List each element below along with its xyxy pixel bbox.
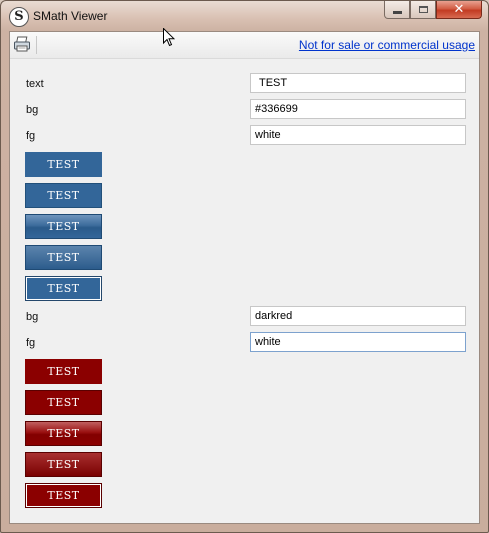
license-notice-link[interactable]: Not for sale or commercial usage <box>299 38 475 52</box>
toolbar: Not for sale or commercial usage <box>10 32 479 59</box>
maximize-button[interactable] <box>410 1 436 19</box>
toolbar-separator <box>36 36 37 54</box>
blue-test-button-bordered[interactable]: TEST <box>25 183 102 208</box>
text-input[interactable]: TEST <box>250 73 466 93</box>
window-title: SMath Viewer <box>33 9 108 23</box>
bg2-label: bg <box>26 311 39 323</box>
caption-buttons: ✕ <box>384 1 482 21</box>
blue-test-button-glossy[interactable]: TEST <box>25 214 102 239</box>
title-bar[interactable]: S SMath Viewer ✕ <box>1 1 488 31</box>
close-icon: ✕ <box>453 2 465 17</box>
minimize-button[interactable] <box>384 1 410 19</box>
maximize-icon <box>418 6 428 13</box>
text-label: text <box>26 78 44 90</box>
print-button[interactable] <box>13 36 31 53</box>
blue-test-button-focused[interactable]: TEST <box>25 276 102 301</box>
bg2-input[interactable]: darkred <box>250 306 466 326</box>
fg-label: fg <box>26 130 36 142</box>
minimize-icon <box>392 11 402 14</box>
fg2-label: fg <box>26 337 36 349</box>
blue-test-button-flat[interactable]: TEST <box>25 152 102 177</box>
fg-input[interactable]: white <box>250 125 466 145</box>
fg2-input[interactable]: white <box>250 332 466 352</box>
red-test-button-focused[interactable]: TEST <box>25 483 102 508</box>
smath-app-icon[interactable]: S <box>9 7 29 27</box>
red-test-button-flat[interactable]: TEST <box>25 359 102 384</box>
red-test-button-bordered[interactable]: TEST <box>25 390 102 415</box>
mouse-pointer-icon <box>163 28 175 47</box>
red-test-button-glossy[interactable]: TEST <box>25 421 102 446</box>
red-test-button-gradient[interactable]: TEST <box>25 452 102 477</box>
bg-input[interactable]: #336699 <box>250 99 466 119</box>
client-area: Not for sale or commercial usage text TE… <box>9 31 480 524</box>
printer-icon <box>14 36 30 52</box>
blue-test-button-gradient[interactable]: TEST <box>25 245 102 270</box>
bg-label: bg <box>26 104 39 116</box>
app-window: S SMath Viewer ✕ Not for sale or commerc… <box>0 0 489 533</box>
close-button[interactable]: ✕ <box>436 1 482 19</box>
